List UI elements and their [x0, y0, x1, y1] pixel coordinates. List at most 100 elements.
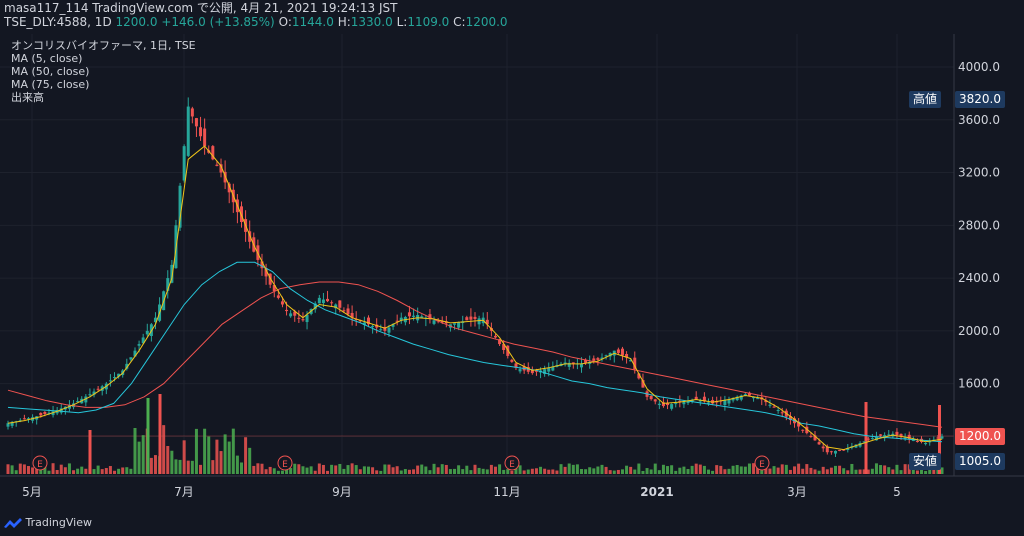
candle-body — [108, 380, 112, 382]
y-tick-label: 3600.0 — [958, 113, 1000, 127]
volume-bar — [84, 468, 88, 474]
volume-bar — [440, 464, 444, 474]
candle-body — [39, 412, 43, 416]
volume-bar — [108, 466, 112, 474]
y-tick-label: 1600.0 — [958, 377, 1000, 391]
volume-bar — [666, 466, 670, 474]
volume-bar — [596, 466, 600, 474]
volume-bar — [678, 467, 682, 474]
tradingview-branding[interactable]: TradingView — [4, 516, 92, 529]
candle-body — [772, 406, 776, 408]
branding-text: TradingView — [25, 516, 92, 529]
volume-bar — [219, 451, 223, 474]
volume-bar — [567, 463, 571, 474]
volume-bar — [301, 466, 305, 474]
last-price-badge: 1200.0 — [955, 428, 1005, 445]
volume-bar — [825, 469, 829, 474]
candle-body — [653, 399, 657, 402]
volume-bar — [346, 465, 350, 474]
earnings-marker-label: E — [509, 460, 515, 470]
volume-bar — [702, 465, 706, 474]
candle-body — [756, 398, 760, 400]
volume-bar — [448, 469, 452, 474]
candle-body — [22, 418, 26, 420]
volume-bar — [104, 468, 108, 474]
volume-bar — [379, 470, 383, 474]
high-price-badge: 3820.0 — [955, 91, 1005, 108]
volume-bar — [838, 465, 842, 474]
volume-bar — [928, 469, 932, 474]
price-chart[interactable]: 1200.0 1600.0 2000.0 2400.0 2800.0 3200.0 3600… — [0, 0, 1024, 536]
volume-bar — [465, 465, 469, 474]
volume-bar — [92, 469, 96, 474]
volume-bar — [235, 455, 239, 474]
legend-ma5[interactable]: MA (5, close) — [11, 53, 82, 65]
volume-bar — [76, 468, 80, 474]
volume-bar — [321, 464, 325, 474]
legend-ma75[interactable]: MA (75, close) — [11, 79, 89, 91]
volume-bar — [240, 462, 243, 474]
volume-bar — [125, 467, 129, 474]
candle-body — [838, 449, 842, 451]
volume-bar — [682, 466, 686, 474]
volume-bar — [473, 464, 477, 474]
volume-bar — [428, 470, 432, 474]
volume-bar — [366, 466, 370, 474]
candle-body — [473, 316, 477, 319]
volume-spike — [88, 430, 92, 474]
volume-bar — [797, 463, 801, 474]
volume-bar — [305, 467, 309, 474]
volume-bar — [870, 468, 874, 474]
volume-bar — [575, 464, 579, 474]
volume-bar — [510, 470, 514, 474]
volume-bar — [883, 465, 887, 474]
y-tick-label: 2000.0 — [958, 324, 1000, 338]
volume-bar — [653, 463, 657, 474]
volume-bar — [244, 437, 248, 474]
volume-bar — [793, 466, 797, 474]
volume-bar — [715, 465, 719, 474]
volume-bar — [805, 464, 809, 474]
volume-bar — [633, 469, 637, 474]
volume-bar — [498, 464, 502, 474]
volume-bar — [772, 466, 776, 474]
volume-bar — [833, 465, 837, 474]
legend-ma50[interactable]: MA (50, close) — [11, 66, 89, 78]
volume-bar — [580, 469, 584, 474]
volume-bar — [559, 464, 563, 474]
volume-bar — [256, 463, 260, 474]
candle-body — [879, 434, 883, 436]
volume-bar — [276, 470, 280, 474]
volume-bar — [55, 470, 59, 474]
volume-bar — [330, 464, 334, 474]
volume-spike — [158, 394, 162, 474]
volume-bar — [248, 447, 252, 474]
candle-body — [199, 127, 203, 137]
candle-body — [936, 437, 940, 439]
candle-body — [407, 312, 411, 317]
candle-body — [780, 412, 784, 414]
volume-bar — [199, 464, 203, 474]
candle-body — [707, 402, 710, 404]
volume-bar — [100, 469, 104, 474]
volume-bar — [551, 469, 555, 474]
volume-bar — [354, 465, 358, 474]
volume-bar — [461, 469, 465, 474]
y-axis: 1200.01600.02000.02400.02800.03200.03600… — [958, 60, 1000, 443]
volume-bar — [645, 468, 649, 474]
candle-body — [96, 388, 100, 390]
volume-bar — [924, 470, 928, 474]
candle-body — [870, 438, 874, 440]
volume-bars — [6, 394, 944, 474]
volume-bar — [760, 470, 764, 474]
volume-bar — [362, 466, 366, 474]
volume-bar — [391, 467, 395, 474]
legend-volume[interactable]: 出来高 — [11, 92, 44, 104]
volume-bar — [453, 468, 457, 474]
volume-bar — [612, 470, 616, 474]
high-label-box: 高値 — [909, 91, 942, 108]
candle-body — [469, 316, 473, 320]
volume-bar — [719, 465, 723, 474]
volume-bar — [584, 469, 588, 474]
volume-bar — [121, 467, 125, 474]
